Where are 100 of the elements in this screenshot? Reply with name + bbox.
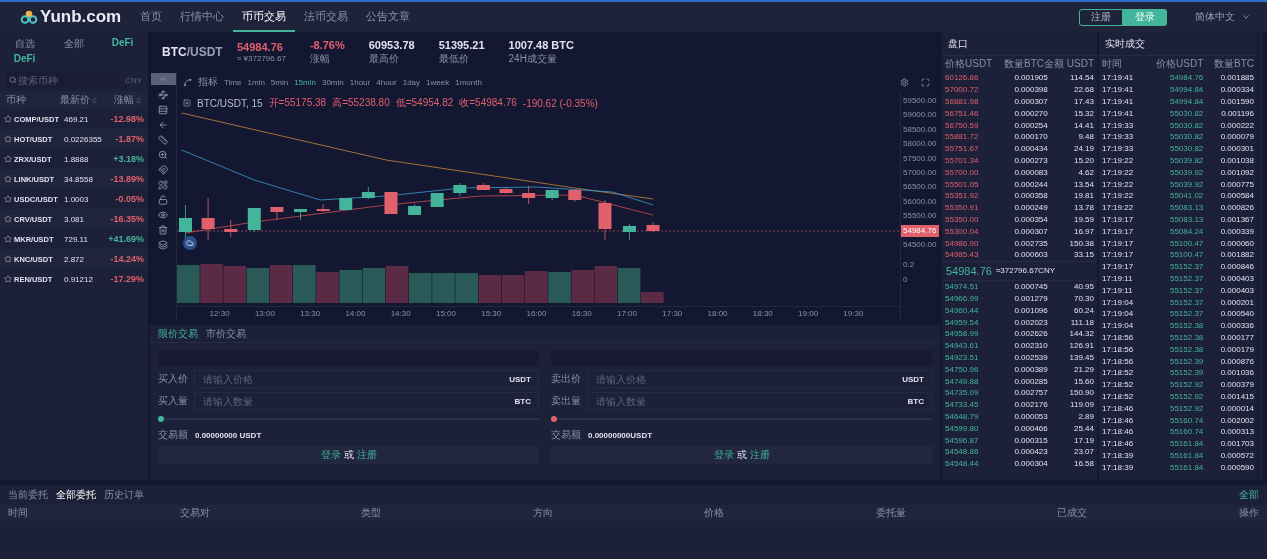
cloud-button[interactable] [183,236,197,250]
amount-slider-track[interactable] [551,415,932,423]
amount-cell-text: 0.000315 [1013,435,1048,445]
amount-slider-track[interactable] [158,415,539,423]
time-tick: 17:00 [617,309,638,318]
bid-price: 54749.88 [945,376,980,386]
column-header: 方向 [532,506,553,520]
star-icon[interactable] [4,255,12,263]
price-cell-text: 469.21 [64,114,90,124]
search-field[interactable]: 搜索币种 [6,72,120,88]
price-cell-text: 55152.92 [1168,391,1204,401]
login-link[interactable]: 登录 [713,448,734,462]
login-link[interactable]: 登录 [320,448,341,462]
volume-bar [409,273,432,303]
nodes-icon[interactable] [158,90,168,100]
amount-cell-text: 0.000389 [1013,364,1048,374]
slider-thumb[interactable] [551,416,557,422]
candle [247,207,261,233]
interval-tab[interactable]: 1month [455,77,482,87]
ask-price: 60126.86 [945,73,980,83]
stat-value: 60953.78 [368,38,415,51]
amount-cell-text: 0.001882 [1219,250,1254,260]
slider-thumb[interactable] [158,416,164,422]
ask-price: 56751.46 [945,108,980,118]
nav-link[interactable]: 公告文章 [357,2,420,32]
amount-cell-text: 0.000179 [1219,344,1254,354]
interval-tab[interactable]: 1day [402,77,421,87]
language-selector[interactable]: 简体中文 [1189,9,1257,25]
orders-tab[interactable]: 全部委托 [56,488,96,502]
magnet-icon[interactable] [158,165,168,175]
market-tab[interactable]: 全部 [49,37,98,53]
amount-cell-text: 0.000466 [1013,423,1048,433]
field-label: 卖出量 [551,394,582,408]
market-tab[interactable]: DeFi [0,53,49,69]
time-cell-text: 17:18:46 [1102,439,1135,449]
star-icon[interactable] [4,155,12,163]
star-icon[interactable] [4,115,12,123]
collapse-button[interactable] [150,73,176,85]
order-type-tab[interactable]: 市价交易 [206,326,246,341]
unlock-icon[interactable] [158,195,168,205]
orders-tab[interactable]: 历史订单 [104,488,144,502]
star-icon[interactable] [4,275,12,283]
star-icon[interactable] [4,195,12,203]
pencil-ruler-icon[interactable] [158,180,168,190]
orders-tab[interactable]: 当前委托 [8,488,48,502]
site-logo[interactable]: Yunb.com [20,7,122,27]
bid-price: 54960.44 [945,305,980,315]
nav-link[interactable]: 法币交易 [295,2,358,32]
total-cell-text: 70.30 [1072,293,1094,303]
volume-bar [525,271,548,303]
layers-icon[interactable] [158,240,168,250]
market-tab[interactable]: DeFi [98,37,147,53]
interval-tab[interactable]: 5min [270,77,289,87]
time-cell-text: 17:19:17 [1102,238,1135,248]
interval-tab[interactable]: 1week [426,77,450,87]
interval-tab[interactable]: 4hour [376,77,397,87]
add-icon[interactable] [183,99,191,107]
fullscreen-icon[interactable] [921,77,930,87]
zoom-in-icon[interactable] [158,150,168,160]
star-icon[interactable] [4,215,12,223]
market-tab[interactable]: 自选 [0,37,49,53]
nav-link[interactable]: 首页 [131,2,172,32]
price-tick: 58500.00 [902,123,938,136]
arrow-left-icon[interactable] [158,120,168,130]
interval-tab[interactable]: 30min [321,77,344,87]
amount-cell-text: 0.000423 [1013,447,1048,457]
register-link[interactable]: 注册 [749,448,770,462]
chart-symbol[interactable]: BTC/USDT, 15 [197,97,263,109]
column-header: 已成交 [1057,506,1088,520]
interval-tab[interactable]: 1min [247,77,265,87]
star-icon[interactable] [4,135,12,143]
ruler-icon[interactable] [158,135,168,145]
cancel-all-link[interactable]: 全部 [1239,488,1259,502]
register-link[interactable]: 注册 [356,448,377,462]
total-cell-text: 13.78 [1072,203,1094,213]
volume-bar [246,268,270,303]
interval-tab[interactable]: 15min [294,77,316,87]
indicator-button[interactable]: 指标 [198,75,218,89]
trash-icon[interactable] [158,225,168,235]
total-cell-text: 111.18 [1069,317,1094,327]
star-icon[interactable] [4,175,12,183]
stat-label: 24H成交量 [508,51,558,66]
time-tick: 13:00 [254,309,275,318]
interval-tab[interactable]: Time [224,77,242,87]
lines-icon[interactable] [158,105,168,115]
interval-tab[interactable]: 1hour [349,77,371,87]
total-cell-text: 19.59 [1072,214,1094,224]
order-type-tab[interactable]: 限价交易 [158,326,198,341]
nav-link[interactable]: 行情中心 [171,2,234,32]
total-cell-text: 16.58 [1072,459,1094,469]
time-tick: 14:30 [390,309,411,318]
time-cell-text: 17:19:11 [1102,273,1134,283]
unit-label: BTC [514,397,531,406]
star-icon[interactable] [4,235,12,243]
volume-bar [269,265,293,303]
column-header: 币种 [6,93,26,107]
bid-price: 54959.54 [945,317,980,327]
settings-icon[interactable] [900,77,909,87]
eye-icon[interactable] [158,210,168,220]
time-cell-text: 17:18:39 [1102,462,1135,472]
